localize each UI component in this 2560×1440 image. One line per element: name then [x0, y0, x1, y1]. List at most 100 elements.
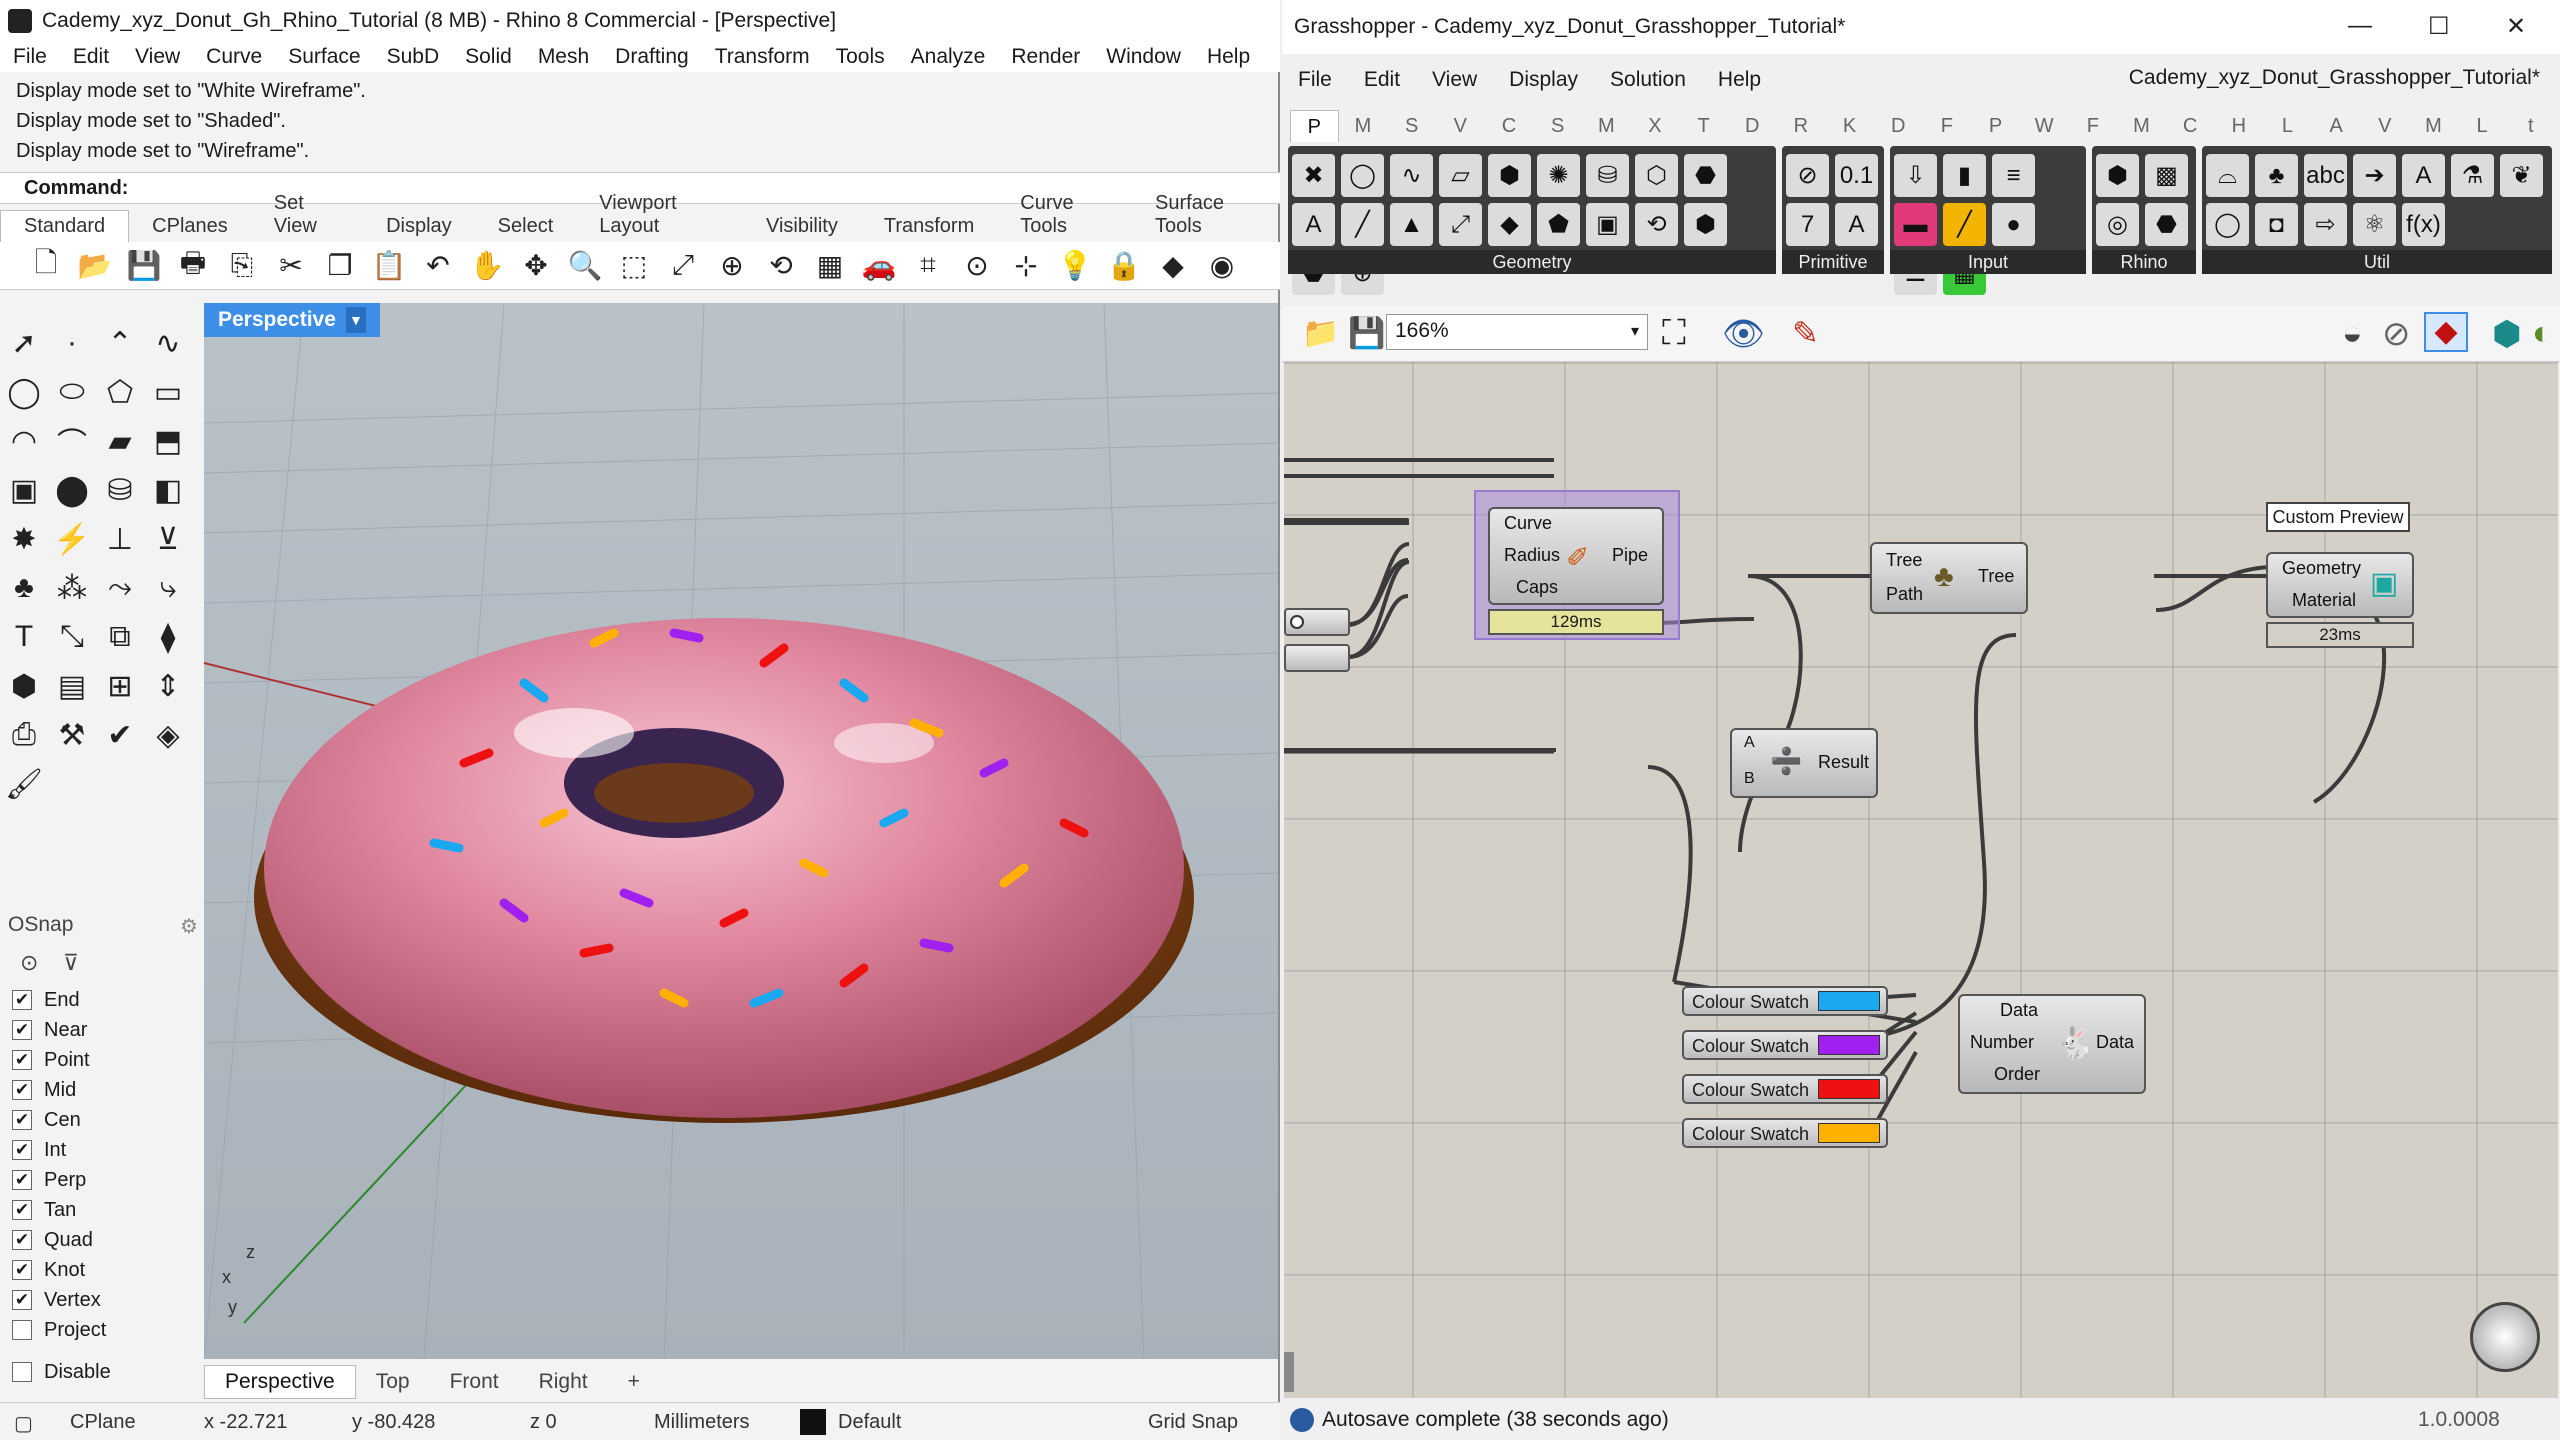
gh-text-tag-icon[interactable]: A: [2402, 154, 2445, 197]
colour-swatch-1[interactable]: Colour Swatch: [1682, 986, 1888, 1016]
category-tab[interactable]: t: [2506, 110, 2555, 142]
random-input-order[interactable]: Order: [1994, 1064, 2040, 1085]
gh-line-param-icon[interactable]: ╱: [1341, 203, 1384, 246]
check-icon[interactable]: ✔: [102, 717, 138, 753]
menu-analyze[interactable]: Analyze: [898, 45, 999, 69]
cylinder-icon[interactable]: ⛁: [102, 472, 138, 508]
sphere-icon[interactable]: ⬤: [54, 472, 90, 508]
zoom-extents-icon[interactable]: ⤢: [665, 248, 701, 284]
checkbox-icon[interactable]: ✔: [12, 1140, 32, 1160]
category-tab[interactable]: C: [2166, 110, 2215, 142]
print-icon[interactable]: 🖶: [175, 247, 211, 284]
tab-set-view[interactable]: Set View: [251, 192, 363, 242]
category-tab[interactable]: T: [1679, 110, 1728, 142]
osnap-mid[interactable]: ✔ Mid: [12, 1075, 111, 1105]
pipe-input-radius[interactable]: Radius: [1504, 545, 1560, 566]
grid-icon[interactable]: ⌗: [910, 248, 946, 284]
pan-icon[interactable]: ✋: [469, 248, 505, 284]
gh-box-param-icon[interactable]: ▲: [1390, 203, 1433, 246]
category-tab[interactable]: S: [1533, 110, 1582, 142]
category-tab[interactable]: H: [2214, 110, 2263, 142]
tab-standard[interactable]: Standard: [0, 210, 130, 242]
swatch-color[interactable]: [1818, 1035, 1880, 1055]
boolean-icon[interactable]: ♣: [6, 570, 42, 606]
viewport-layout-icon[interactable]: ▦: [812, 248, 848, 284]
gh-menu-display[interactable]: Display: [1493, 68, 1594, 92]
gh-integer-icon[interactable]: 7: [1786, 203, 1829, 246]
number-slider-radius[interactable]: [1284, 608, 1350, 636]
rectangle-icon[interactable]: ▭: [150, 374, 186, 410]
osnap-end[interactable]: ✔ End: [12, 985, 111, 1015]
offset-icon[interactable]: ⤳: [102, 570, 138, 606]
paint-icon[interactable]: 🖌: [5, 766, 43, 802]
pipe-output[interactable]: Pipe: [1612, 545, 1648, 566]
checkbox-icon[interactable]: ✔: [12, 1020, 32, 1040]
category-tab[interactable]: M: [2117, 110, 2166, 142]
tab-visibility[interactable]: Visibility: [743, 215, 861, 242]
status-cplane[interactable]: CPlane: [70, 1411, 136, 1434]
gh-canvas[interactable]: Curve Radius Caps ✐ Pipe 129ms Tree Path…: [1284, 362, 2558, 1398]
colour-swatch-3[interactable]: Colour Swatch: [1682, 1074, 1888, 1104]
zoom-icon[interactable]: 🔍: [567, 248, 603, 284]
swatch-color[interactable]: [1818, 1079, 1880, 1099]
save-file-icon[interactable]: 💾: [1348, 316, 1385, 351]
gh-arrow-icon[interactable]: ➔: [2353, 154, 2396, 197]
minimize-icon[interactable]: —: [2348, 12, 2372, 40]
color-wheel-icon[interactable]: ◉: [1204, 248, 1240, 284]
gh-transform-param-icon[interactable]: ⟲: [1635, 203, 1678, 246]
random-output[interactable]: Data: [2096, 1032, 2134, 1053]
category-tab[interactable]: L: [2458, 110, 2507, 142]
category-tab[interactable]: S: [1387, 110, 1436, 142]
gh-waffle-icon[interactable]: ▩: [2145, 154, 2188, 197]
split-icon[interactable]: ⊥: [102, 521, 138, 557]
gh-string-icon[interactable]: A: [1835, 203, 1878, 246]
zoom-selected-icon[interactable]: ⊕: [714, 248, 750, 284]
array-grid-icon[interactable]: ⊞: [102, 668, 138, 704]
mirror-icon[interactable]: ⧫: [150, 619, 186, 655]
save-icon[interactable]: 💾: [126, 248, 162, 284]
tab-surface-tools[interactable]: Surface Tools: [1132, 192, 1280, 242]
gh-number-icon[interactable]: 0.1: [1835, 154, 1878, 197]
history-icon[interactable]: ⎙: [6, 717, 42, 753]
osnap-knot[interactable]: ✔ Knot: [12, 1255, 111, 1285]
gh-curve-param-icon[interactable]: ∿: [1390, 154, 1433, 197]
division-input-a[interactable]: A: [1744, 734, 1755, 752]
menu-subd[interactable]: SubD: [374, 45, 453, 69]
gumball-tool-icon[interactable]: ⇕: [150, 668, 186, 704]
gh-toggle-icon[interactable]: ▮: [1943, 154, 1986, 197]
category-tab[interactable]: F: [1923, 110, 1972, 142]
select-icon[interactable]: ➚: [6, 325, 42, 361]
material-icon[interactable]: ◆: [1155, 248, 1191, 284]
gh-menu-solution[interactable]: Solution: [1594, 68, 1702, 92]
menu-tools[interactable]: Tools: [823, 45, 898, 69]
category-tab[interactable]: A: [2312, 110, 2361, 142]
gh-circle-param-icon[interactable]: ◯: [1341, 154, 1384, 197]
pipe-component[interactable]: Curve Radius Caps ✐ Pipe: [1488, 507, 1664, 605]
viewport-menu-arrow-icon[interactable]: ▼: [345, 307, 366, 333]
menu-file[interactable]: File: [0, 45, 60, 69]
settings-gear-icon[interactable]: ⚙: [180, 914, 198, 939]
category-tab[interactable]: F: [2069, 110, 2118, 142]
gh-hollow-arrow-icon[interactable]: ⇨: [2304, 203, 2347, 246]
menu-view[interactable]: View: [122, 45, 193, 69]
panel-primitive-label[interactable]: Primitive: [1782, 250, 1884, 274]
viewport-tab-perspective[interactable]: Perspective: [204, 1365, 356, 1399]
panel-rhino-label[interactable]: Rhino: [2092, 250, 2196, 274]
gh-rhino-geometry-icon[interactable]: ⬢: [2096, 154, 2139, 197]
surface-icon[interactable]: ▰: [102, 423, 138, 459]
category-tab[interactable]: M: [1339, 110, 1388, 142]
status-grid-snap[interactable]: Grid Snap: [1148, 1411, 1238, 1434]
array-icon[interactable]: ⁂: [54, 570, 90, 606]
viewport-title-tab[interactable]: Perspective ▼: [204, 303, 380, 337]
render-icon[interactable]: ◈: [150, 717, 186, 753]
canvas-scroll-handle[interactable]: [1284, 1352, 1294, 1392]
category-tab[interactable]: K: [1825, 110, 1874, 142]
osnap-perp[interactable]: ✔ Perp: [12, 1165, 111, 1195]
category-tab[interactable]: L: [2263, 110, 2312, 142]
checkbox-icon[interactable]: ✔: [12, 1170, 32, 1190]
category-tab[interactable]: M: [1582, 110, 1631, 142]
number-slider-caps[interactable]: [1284, 644, 1350, 672]
dimension-icon[interactable]: ⤡: [54, 619, 90, 655]
undo-icon[interactable]: ↶: [420, 248, 456, 284]
lock-icon[interactable]: 🔒: [1106, 248, 1142, 284]
